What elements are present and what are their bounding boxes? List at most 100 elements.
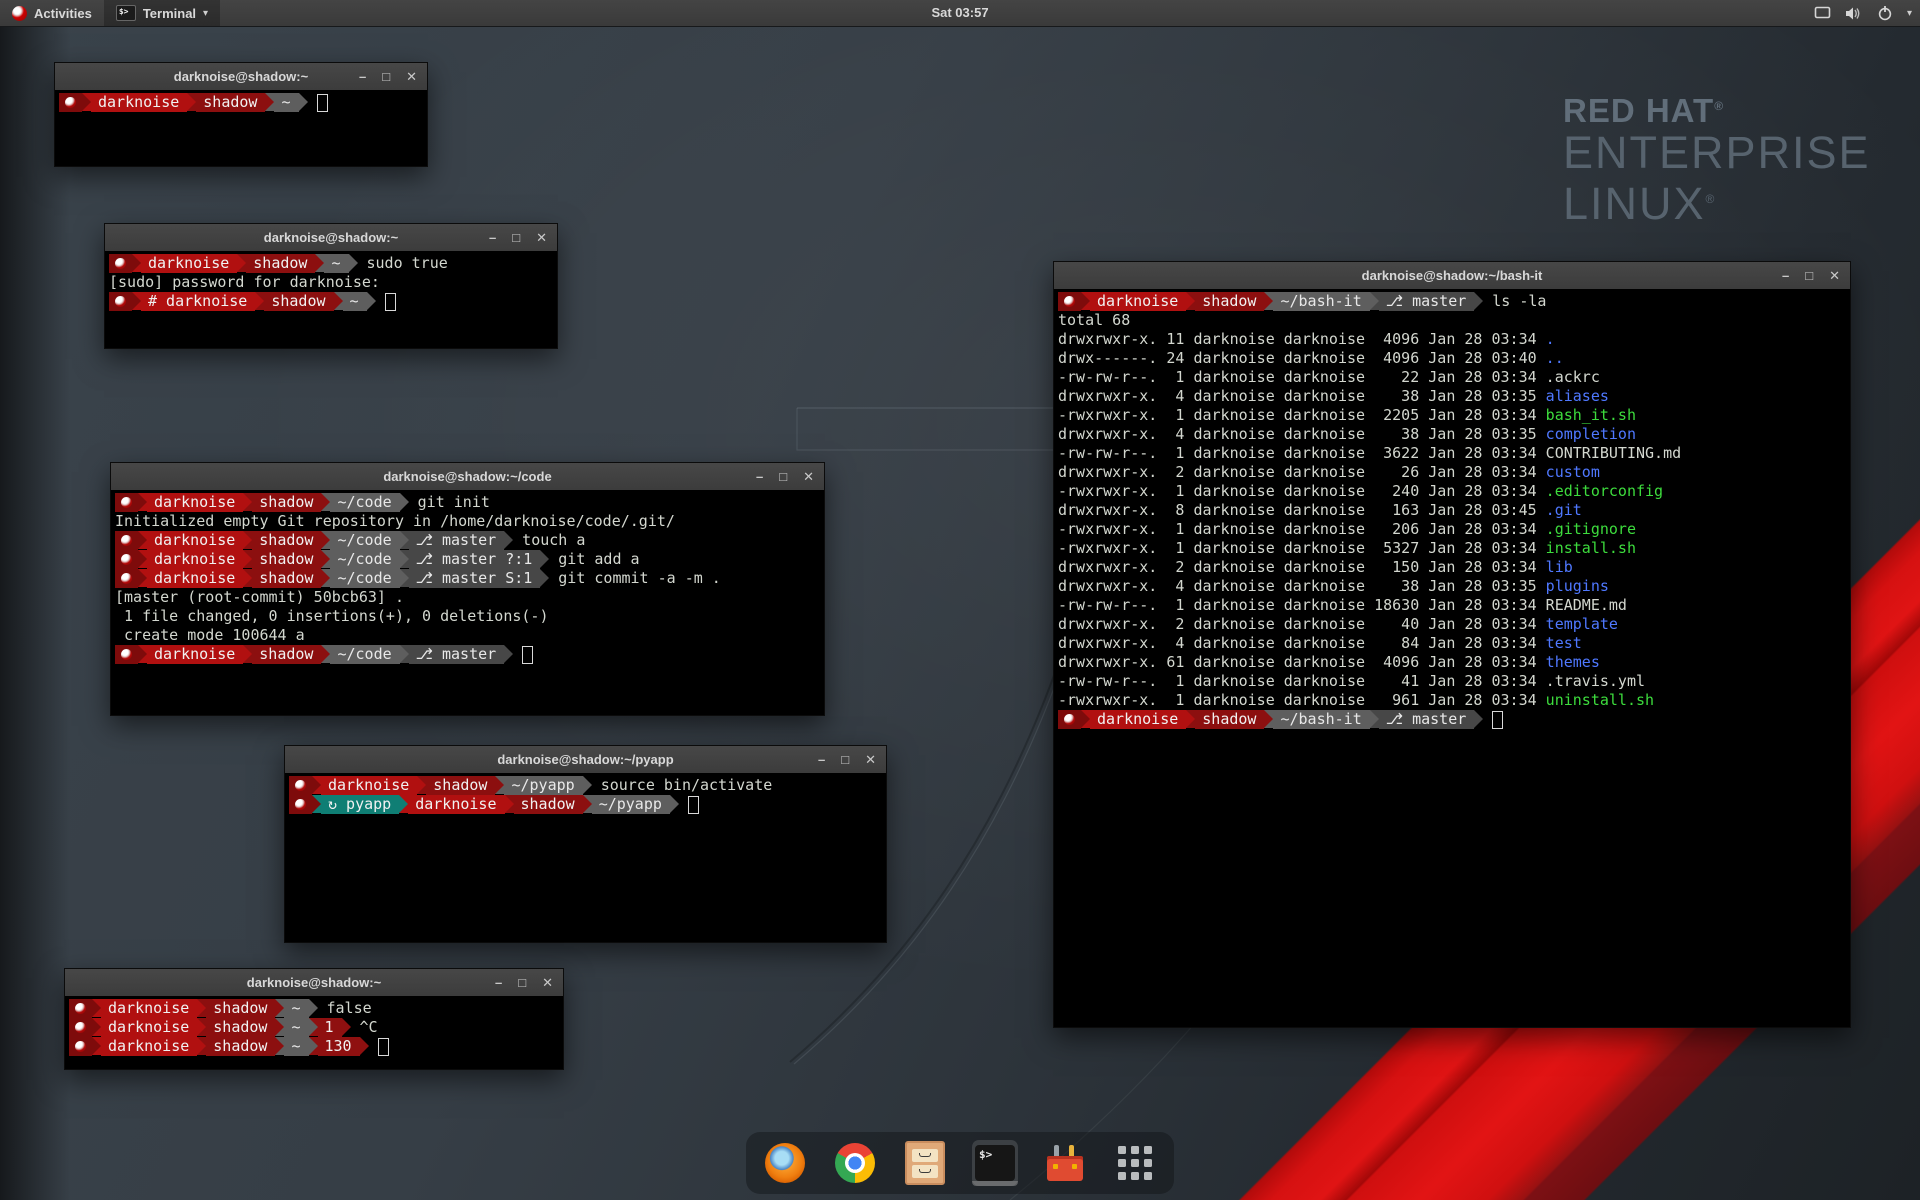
firefox-icon[interactable] bbox=[762, 1140, 808, 1186]
toolbox-icon[interactable] bbox=[1042, 1140, 1088, 1186]
clock[interactable]: Sat 03:57 bbox=[931, 0, 988, 26]
powerline-separator bbox=[1370, 710, 1379, 728]
terminal-line: darknoiseshadow~130 bbox=[69, 1037, 563, 1056]
terminal-line: darknoiseshadow~/code⎇ master S:1git com… bbox=[115, 569, 824, 588]
minimize-button[interactable]: – bbox=[818, 746, 825, 773]
prompt-segment-host: shadow bbox=[252, 645, 321, 664]
ls-row-filename: lib bbox=[1546, 558, 1573, 577]
command-text: sudo true bbox=[358, 254, 448, 273]
titlebar[interactable]: darknoise@shadow:~ – □ ✕ bbox=[65, 969, 563, 997]
powerline-separator bbox=[255, 292, 264, 310]
desktop: RED HAT® ENTERPRISE LINUX® Activities $>… bbox=[0, 0, 1920, 1200]
terminal-icon[interactable]: $> bbox=[972, 1140, 1018, 1186]
powerline-separator bbox=[138, 569, 147, 587]
terminal-line: Initialized empty Git repository in /hom… bbox=[115, 512, 824, 531]
maximize-button[interactable]: □ bbox=[1805, 262, 1813, 289]
titlebar[interactable]: darknoise@shadow:~ – □ ✕ bbox=[105, 224, 557, 252]
powerline-separator bbox=[360, 1037, 369, 1055]
terminal-line: -rwxrwxr-x. 1 darknoise darknoise 5327 J… bbox=[1058, 539, 1850, 558]
prompt-segment-path: ~ bbox=[284, 999, 308, 1018]
titlebar[interactable]: darknoise@shadow:~ – □ ✕ bbox=[55, 63, 427, 91]
ls-row-meta: -rw-rw-r--. 1 darknoise darknoise 22 Jan… bbox=[1058, 368, 1546, 387]
status-area[interactable]: ▾ bbox=[1814, 0, 1912, 26]
ls-row-filename: uninstall.sh bbox=[1546, 691, 1654, 710]
minimize-button[interactable]: – bbox=[1782, 262, 1789, 289]
terminal-line: drwxrwxr-x. 11 darknoise darknoise 4096 … bbox=[1058, 330, 1850, 349]
minimize-button[interactable]: – bbox=[359, 63, 366, 90]
terminal-content[interactable]: darknoiseshadow~falsedarknoiseshadow~1^C… bbox=[65, 996, 563, 1069]
command-text: git commit -a -m . bbox=[549, 569, 721, 588]
maximize-button[interactable]: □ bbox=[512, 224, 520, 251]
powerline-separator bbox=[400, 550, 409, 568]
prompt-segment-host: shadow bbox=[206, 1037, 275, 1056]
file-manager-icon[interactable] bbox=[902, 1140, 948, 1186]
ls-row-meta: -rwxrwxr-x. 1 darknoise darknoise 5327 J… bbox=[1058, 539, 1546, 558]
ls-row-filename: README.md bbox=[1546, 596, 1627, 615]
prompt-segment-user: darknoise bbox=[147, 550, 243, 569]
prompt-segment-path: ~/code bbox=[330, 531, 399, 550]
ls-row-filename: .ackrc bbox=[1546, 368, 1600, 387]
distro-icon bbox=[121, 573, 132, 584]
terminal-content[interactable]: darknoiseshadow~/pyappsource bin/activat… bbox=[285, 773, 886, 942]
terminal-line: darknoiseshadow~/bash-it⎇ master bbox=[1058, 710, 1850, 729]
ls-row-meta: -rwxrwxr-x. 1 darknoise darknoise 240 Ja… bbox=[1058, 482, 1546, 501]
terminal-window-home-2: darknoise@shadow:~ – □ ✕ darknoiseshadow… bbox=[64, 968, 564, 1070]
titlebar[interactable]: darknoise@shadow:~/bash-it – □ ✕ bbox=[1054, 262, 1850, 290]
close-button[interactable]: ✕ bbox=[803, 463, 814, 490]
show-applications-icon[interactable] bbox=[1112, 1140, 1158, 1186]
maximize-button[interactable]: □ bbox=[841, 746, 849, 773]
ls-row-meta: -rw-rw-r--. 1 darknoise darknoise 3622 J… bbox=[1058, 444, 1546, 463]
ls-row-filename: . bbox=[1546, 330, 1555, 349]
app-menu-terminal[interactable]: $> Terminal ▾ bbox=[104, 0, 220, 26]
maximize-button[interactable]: □ bbox=[779, 463, 787, 490]
terminal-content[interactable]: darknoiseshadow~/bash-it⎇ masterls -lato… bbox=[1054, 289, 1850, 1027]
close-button[interactable]: ✕ bbox=[406, 63, 417, 90]
distro-icon bbox=[65, 97, 76, 108]
brand-redhat: RED HAT® bbox=[1563, 92, 1871, 130]
ls-row-meta: -rwxrwxr-x. 1 darknoise darknoise 206 Ja… bbox=[1058, 520, 1546, 539]
powerline-separator bbox=[197, 999, 206, 1017]
close-button[interactable]: ✕ bbox=[542, 969, 553, 996]
powerline-separator bbox=[1474, 292, 1483, 310]
chrome-icon[interactable] bbox=[832, 1140, 878, 1186]
distro-icon bbox=[115, 258, 126, 269]
powerline-separator bbox=[321, 550, 330, 568]
close-button[interactable]: ✕ bbox=[865, 746, 876, 773]
terminal-line: -rwxrwxr-x. 1 darknoise darknoise 2205 J… bbox=[1058, 406, 1850, 425]
prompt-segment-host: shadow bbox=[252, 569, 321, 588]
ls-row-filename: .gitignore bbox=[1546, 520, 1636, 539]
prompt-segment-user: darknoise bbox=[91, 93, 187, 112]
minimize-button[interactable]: – bbox=[489, 224, 496, 251]
titlebar[interactable]: darknoise@shadow:~/pyapp – □ ✕ bbox=[285, 746, 886, 774]
prompt-segment-path: ~ bbox=[274, 93, 298, 112]
terminal-content[interactable]: darknoiseshadow~/codegit initInitialized… bbox=[111, 490, 824, 715]
distro-icon bbox=[121, 554, 132, 565]
minimize-button[interactable]: – bbox=[495, 969, 502, 996]
terminal-window-pyapp: darknoise@shadow:~/pyapp – □ ✕ darknoise… bbox=[284, 745, 887, 943]
powerline-separator bbox=[138, 645, 147, 663]
powerline-separator bbox=[237, 254, 246, 272]
close-button[interactable]: ✕ bbox=[536, 224, 547, 251]
prompt-segment-host: shadow bbox=[252, 493, 321, 512]
terminal-line: drwxrwxr-x. 2 darknoise darknoise 40 Jan… bbox=[1058, 615, 1850, 634]
window-title: darknoise@shadow:~/bash-it bbox=[1054, 262, 1850, 289]
prompt-segment-exit: 1 bbox=[318, 1018, 342, 1037]
ls-row-filename: CONTRIBUTING.md bbox=[1546, 444, 1681, 463]
close-button[interactable]: ✕ bbox=[1829, 262, 1840, 289]
distro-icon bbox=[75, 1003, 86, 1014]
activities-button[interactable]: Activities bbox=[0, 0, 104, 26]
terminal-line: drwxrwxr-x. 2 darknoise darknoise 26 Jan… bbox=[1058, 463, 1850, 482]
maximize-button[interactable]: □ bbox=[382, 63, 390, 90]
prompt-segment-git: ⎇ master S:1 bbox=[409, 569, 541, 588]
terminal-cursor bbox=[522, 646, 533, 664]
powerline-separator bbox=[540, 569, 549, 587]
terminal-content[interactable]: darknoiseshadow~ bbox=[55, 90, 427, 166]
powerline-separator bbox=[265, 93, 274, 111]
maximize-button[interactable]: □ bbox=[518, 969, 526, 996]
powerline-separator bbox=[309, 1037, 318, 1055]
titlebar[interactable]: darknoise@shadow:~/code – □ ✕ bbox=[111, 463, 824, 491]
ls-row-filename: template bbox=[1546, 615, 1618, 634]
minimize-button[interactable]: – bbox=[756, 463, 763, 490]
terminal-cursor bbox=[1492, 711, 1503, 729]
terminal-content[interactable]: darknoiseshadow~sudo true[sudo] password… bbox=[105, 251, 557, 348]
